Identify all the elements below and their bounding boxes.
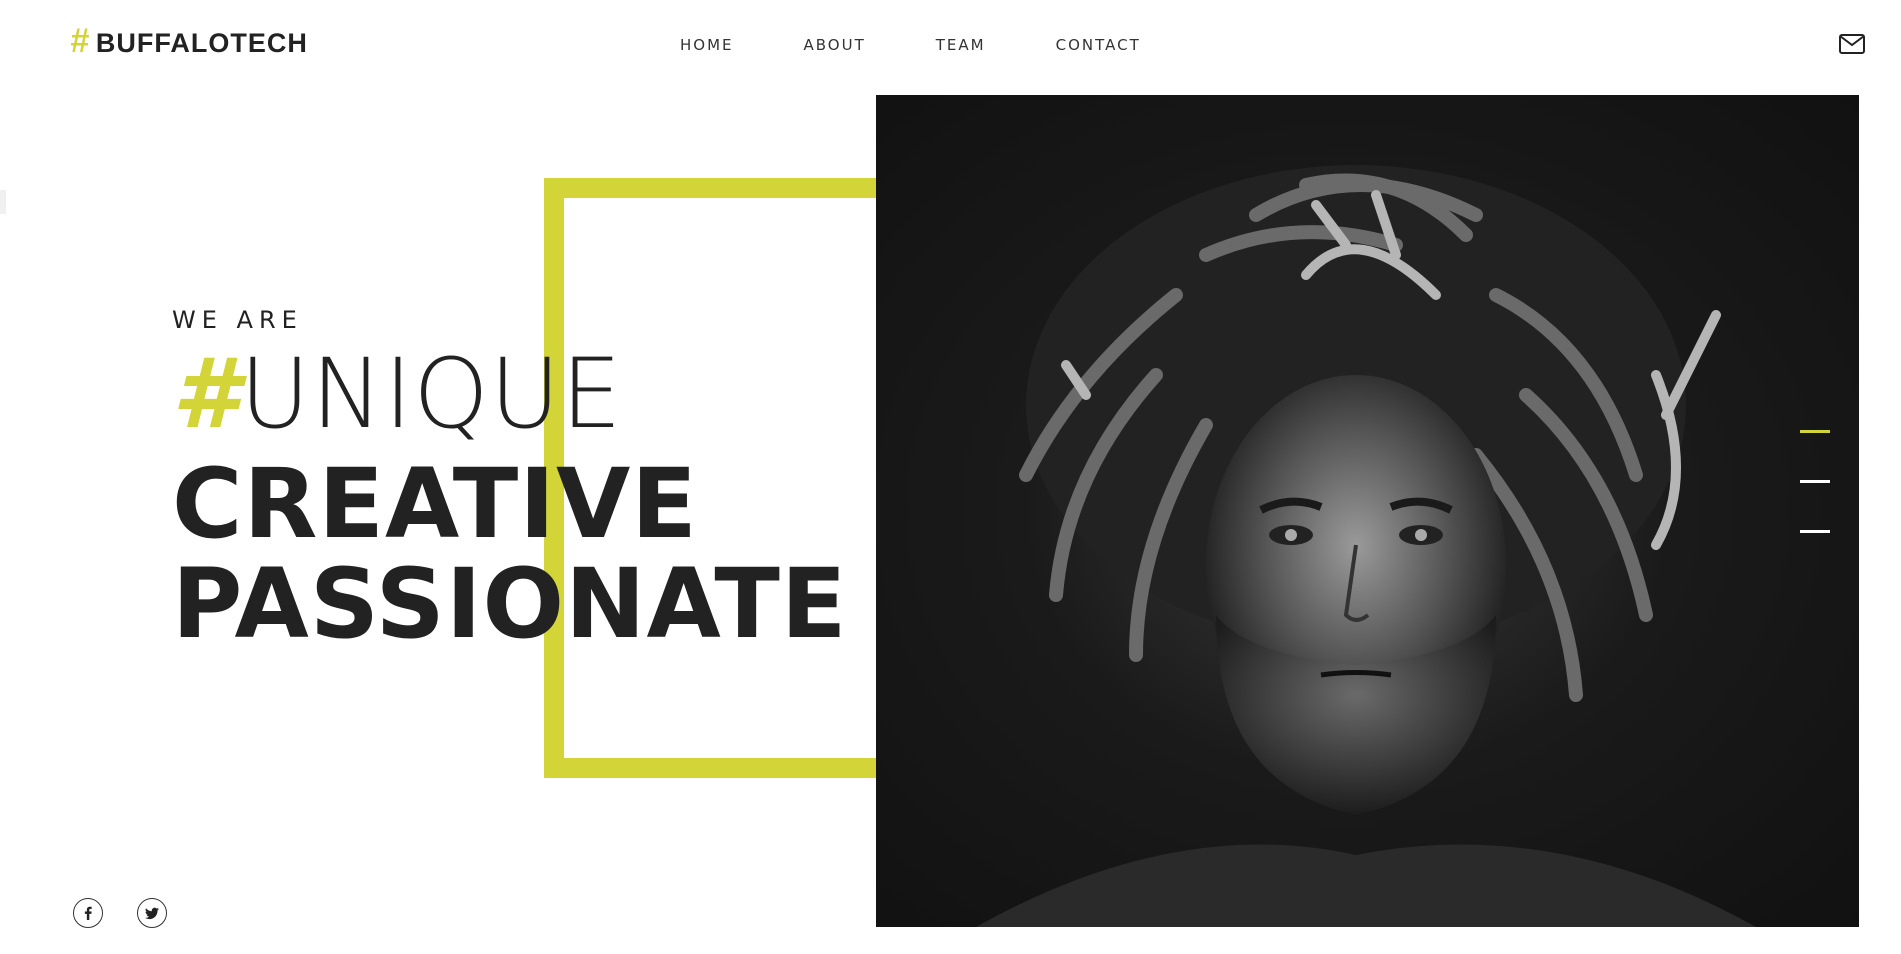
hero-intro: WE ARE bbox=[172, 306, 303, 334]
hero-photo bbox=[876, 95, 1859, 927]
page: # BUFFALOTECH HOME ABOUT TEAM CONTACT WE… bbox=[0, 0, 1901, 954]
facebook-icon[interactable] bbox=[73, 898, 103, 928]
hero-line-passionate: PASSIONATE bbox=[172, 548, 848, 660]
twitter-icon[interactable] bbox=[137, 898, 167, 928]
hero-unique-text: UNIQUE bbox=[239, 338, 623, 450]
slider-indicators bbox=[1800, 430, 1830, 580]
nav-item-team[interactable]: TEAM bbox=[936, 36, 986, 54]
nav-item-home[interactable]: HOME bbox=[680, 36, 734, 54]
nav-item-about[interactable]: ABOUT bbox=[804, 36, 866, 54]
nav-item-contact[interactable]: CONTACT bbox=[1056, 36, 1141, 54]
hero-hash: # bbox=[172, 338, 240, 450]
brand-hash: # bbox=[70, 22, 90, 60]
brand-logo[interactable]: # BUFFALOTECH bbox=[70, 22, 308, 61]
slider-dot-2[interactable] bbox=[1800, 480, 1830, 483]
hero-headline: WE ARE #UNIQUE CREATIVE PASSIONATE bbox=[172, 306, 847, 654]
main-nav: HOME ABOUT TEAM CONTACT bbox=[680, 36, 1211, 54]
portrait-image bbox=[976, 165, 1756, 927]
slider-dot-3[interactable] bbox=[1800, 530, 1830, 533]
slider-dot-1[interactable] bbox=[1800, 430, 1830, 433]
hero-line-creative: CREATIVE bbox=[172, 448, 698, 560]
edge-tab bbox=[0, 190, 6, 214]
brand-name: BUFFALOTECH bbox=[95, 28, 308, 58]
hero-line-unique: #UNIQUE bbox=[172, 346, 847, 442]
mail-icon[interactable] bbox=[1839, 34, 1865, 54]
